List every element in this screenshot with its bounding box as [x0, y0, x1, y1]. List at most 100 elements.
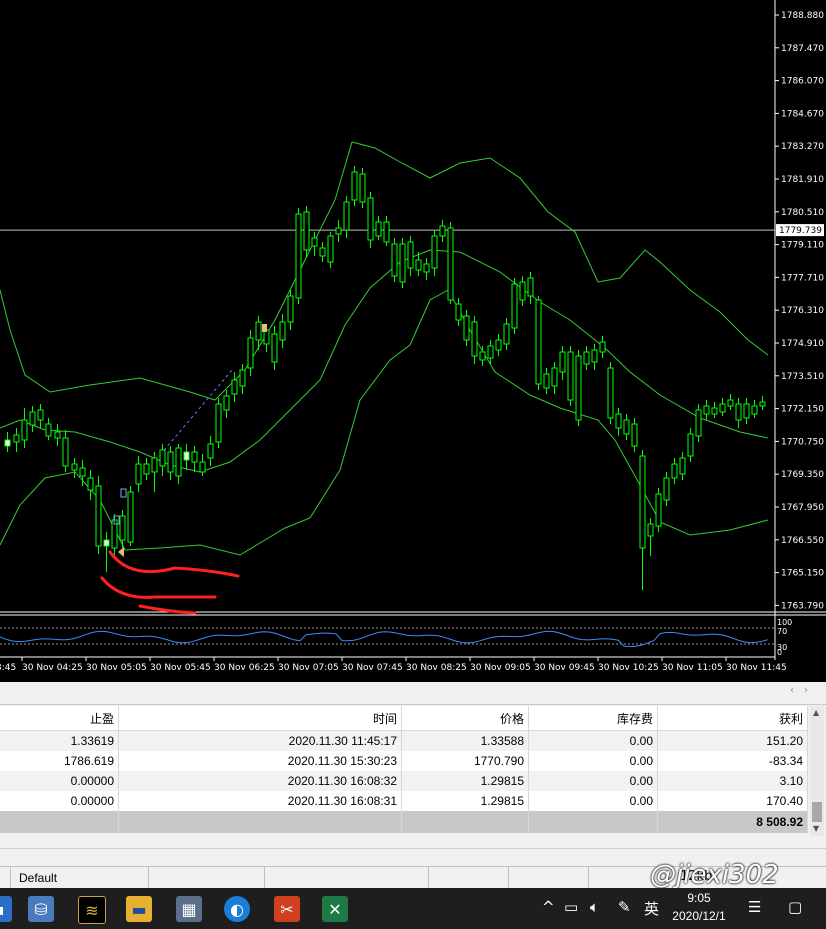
candle-body — [207, 443, 214, 459]
price-tick-label: 1780.510 — [781, 208, 824, 218]
candle-body — [95, 485, 102, 547]
cell-swap: 0.00 — [528, 791, 658, 811]
candle-body — [37, 409, 44, 421]
candle-body — [303, 211, 310, 251]
candle-body — [471, 321, 478, 357]
cell-profit: 3.10 — [657, 771, 808, 791]
candle-body — [279, 321, 286, 341]
table-row[interactable]: 0.00000 2020.11.30 16:08:32 1.29815 0.00… — [0, 771, 808, 791]
orders-table: 止盈 时间 价格 库存费 获利 1.33619 2020.11.30 11:45… — [0, 706, 808, 833]
column-header-profit[interactable]: 获利 — [657, 706, 808, 731]
time-tick-label: 30 Nov 07:05 — [278, 663, 339, 673]
scroll-up-icon[interactable]: ▲ — [813, 708, 819, 717]
candle-body — [79, 467, 86, 477]
time-tick-label: 30 Nov 09:45 — [534, 663, 595, 673]
price-tick-label: 1774.910 — [781, 339, 824, 349]
tray-overflow-icon[interactable]: ^ — [542, 898, 555, 916]
candle-body — [215, 403, 222, 443]
candle-body — [615, 413, 622, 429]
osc-tick-label: 0 — [777, 648, 782, 657]
candle-body — [647, 523, 654, 537]
scrollbar-thumb[interactable] — [812, 802, 822, 822]
pen-icon[interactable]: ✎ — [618, 898, 631, 916]
scroll-down-icon[interactable]: ▼ — [813, 824, 819, 833]
candle-body — [551, 367, 558, 387]
candle-body — [495, 339, 502, 351]
cell-time: 2020.11.30 11:45:17 — [118, 730, 402, 751]
upper-band-line — [0, 141, 769, 401]
edge-browser-icon[interactable]: ◐ — [224, 896, 250, 922]
candle-body — [759, 401, 766, 407]
candle-body — [343, 201, 350, 231]
time-tick-label: 30 Nov 10:25 — [598, 663, 659, 673]
candle-body — [199, 461, 206, 473]
snipping-tool-icon[interactable]: ✂ — [274, 896, 300, 922]
cell-price: 1.33588 — [401, 730, 529, 751]
table-scrollbar[interactable]: ▲ ▼ — [810, 706, 824, 836]
ime-indicator[interactable]: 英 — [644, 898, 659, 919]
cell-profit: 170.40 — [657, 791, 808, 811]
time-tick-label: 30 Nov 06:25 — [214, 663, 275, 673]
table-row[interactable]: 0.00000 2020.11.30 16:08:31 1.29815 0.00… — [0, 791, 808, 811]
candle-body — [431, 235, 438, 269]
candle-body — [583, 351, 590, 365]
mt4-terminal-icon[interactable]: ≋ — [78, 896, 106, 924]
price-tick-label: 1784.670 — [781, 109, 824, 119]
task-view-icon[interactable]: ☰ — [748, 898, 761, 916]
column-header-time[interactable]: 时间 — [118, 706, 402, 731]
candle-body — [719, 403, 726, 413]
candle-body — [687, 433, 694, 457]
candle-body — [463, 315, 470, 341]
price-chart[interactable]: 1788.880 1787.470 1786.070 1784.670 1783.270… — [0, 0, 826, 682]
candle-body — [415, 259, 422, 271]
time-tick-label: 30 Nov 11:45 — [726, 663, 787, 673]
table-row[interactable]: 1.33619 2020.11.30 11:45:17 1.33588 0.00… — [0, 730, 808, 751]
cell-profit: -83.34 — [657, 751, 808, 771]
column-header-tp[interactable]: 止盈 — [0, 706, 119, 731]
profile-name[interactable]: Default — [19, 871, 57, 885]
terminal-panel: ‹› 止盈 时间 价格 库存费 获利 1.33619 2020.11.30 11… — [0, 682, 826, 888]
time-tick-label: 30 Nov 11:05 — [662, 663, 723, 673]
candle-body — [359, 173, 366, 203]
calculator-icon[interactable]: ▦ — [176, 896, 202, 922]
file-explorer-icon[interactable]: ▬ — [126, 896, 152, 922]
annotation-stroke — [100, 576, 217, 599]
price-tick-label: 1765.150 — [781, 569, 824, 579]
column-header-price[interactable]: 价格 — [401, 706, 529, 731]
excel-icon[interactable]: ✕ — [322, 896, 348, 922]
tab-scroll-arrows[interactable]: ‹› — [790, 685, 818, 696]
cell-price: 1.29815 — [401, 771, 529, 791]
system-clock[interactable]: 9:05 2020/12/1 — [664, 889, 734, 925]
candle-body — [743, 403, 750, 419]
candle-body — [263, 329, 270, 345]
candle-body — [735, 403, 742, 421]
column-header-swap[interactable]: 库存费 — [528, 706, 658, 731]
total-profit: 8 508.92 — [657, 811, 808, 833]
price-tick-label: 1770.750 — [781, 437, 824, 447]
candle-body — [655, 493, 662, 527]
price-tick-label: 1766.550 — [781, 536, 824, 546]
time-tick-label: 30 Nov 08:25 — [406, 663, 467, 673]
table-row[interactable]: 1786.619 2020.11.30 15:30:23 1770.790 0.… — [0, 751, 808, 771]
pinned-app-icon[interactable]: ▪ — [0, 896, 12, 922]
candle-body — [671, 463, 678, 479]
cell-swap: 0.00 — [528, 771, 658, 791]
cell-price: 1.29815 — [401, 791, 529, 811]
network-app-icon[interactable]: ⛁ — [28, 896, 54, 922]
price-tick-label: 1787.470 — [781, 44, 824, 54]
candle-body — [591, 349, 598, 363]
price-tick-label: 1781.910 — [781, 175, 824, 185]
candle-body — [183, 451, 190, 461]
volume-icon[interactable]: 🔈︎ — [590, 898, 599, 916]
notification-icon[interactable]: ▢ — [788, 898, 802, 916]
network-icon[interactable]: ▭ — [564, 898, 578, 916]
price-tick-label: 1783.270 — [781, 142, 824, 152]
candle-body — [527, 277, 534, 297]
price-tick-label: 1779.110 — [781, 241, 824, 251]
price-tick-label: 1772.150 — [781, 405, 824, 415]
chart-canvas[interactable]: 1788.880 1787.470 1786.070 1784.670 1783.270… — [0, 0, 826, 682]
cell-price: 1770.790 — [401, 751, 529, 771]
cell-time: 2020.11.30 16:08:31 — [118, 791, 402, 811]
candle-body — [311, 237, 318, 247]
candle-body — [567, 351, 574, 401]
